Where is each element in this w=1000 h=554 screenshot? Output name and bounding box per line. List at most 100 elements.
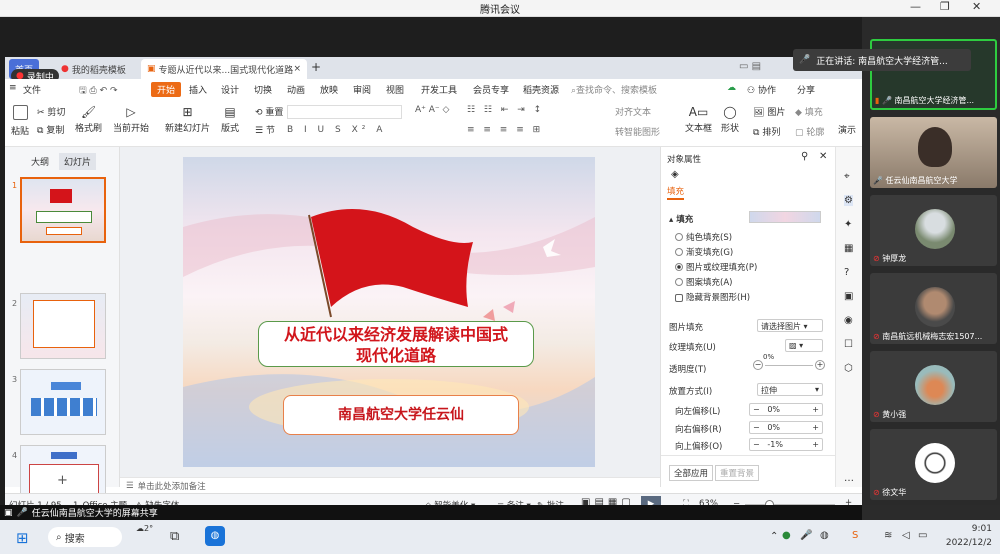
- participant-tile[interactable]: ⊘ 黄小强: [870, 351, 997, 422]
- screen-share-bar[interactable]: ▣ 🎤 任云仙南昌航空大学的屏幕共享: [0, 505, 862, 520]
- weather-widget[interactable]: ☁2°: [136, 524, 153, 533]
- section-button[interactable]: ☰ 节: [255, 123, 275, 136]
- menu-animation[interactable]: 动画: [287, 83, 305, 96]
- share-button[interactable]: 分享: [797, 83, 815, 96]
- volume-icon[interactable]: ◁: [902, 530, 910, 541]
- menu-member[interactable]: 会员专享: [473, 83, 509, 96]
- battery-icon[interactable]: ▭: [918, 530, 927, 541]
- textbox-button[interactable]: A▭ 文本框: [685, 105, 712, 134]
- windows-start-icon[interactable]: ⊞: [16, 529, 29, 547]
- tray-mic-icon[interactable]: 🎤: [800, 530, 812, 541]
- smart-graphic-button[interactable]: 转智能图形: [615, 125, 660, 138]
- fill-preview[interactable]: [749, 211, 821, 223]
- up-offset-input[interactable]: − -1% +: [749, 438, 823, 451]
- tab-fill[interactable]: 填充: [667, 185, 685, 200]
- transparency-slider[interactable]: − 0% +: [753, 353, 825, 373]
- format-painter-button[interactable]: 🖌 格式刷: [75, 105, 102, 134]
- menu-transition[interactable]: 切换: [254, 83, 272, 96]
- menu-slideshow[interactable]: 放映: [320, 83, 338, 96]
- font-size-buttons[interactable]: A⁺ A⁻ ◇: [415, 105, 449, 115]
- cut-button[interactable]: ✂ 剪切: [37, 105, 65, 118]
- wifi-icon[interactable]: ≋: [884, 530, 892, 541]
- outline-button[interactable]: ▢ 轮廓: [795, 125, 824, 138]
- task-view-icon[interactable]: ⧉: [170, 529, 179, 544]
- menu-docer-resources[interactable]: 稻壳资源: [523, 83, 559, 96]
- radio-picture-fill[interactable]: 图片或纹理填充(P): [675, 261, 757, 273]
- participant-tile[interactable]: 🎤 任云仙南昌航空大学: [870, 117, 997, 188]
- quick-access-icons[interactable]: 🖫 ⎙ ↶ ↷: [79, 83, 118, 99]
- taskbar-search[interactable]: ⌕ 搜索: [48, 527, 122, 547]
- slide-subtitle-box[interactable]: 南昌航空大学任云仙: [283, 395, 519, 435]
- reset-button[interactable]: ⟲ 重置: [255, 105, 283, 118]
- slide-thumbnail-2[interactable]: [20, 293, 106, 359]
- pin-tool-icon[interactable]: ✦: [844, 219, 852, 230]
- font-style-buttons[interactable]: B I U S X² A: [287, 125, 386, 135]
- hide-bg-checkbox[interactable]: 隐藏背景图形(H): [675, 291, 750, 303]
- help-icon[interactable]: ?: [844, 267, 849, 278]
- fill-section-header[interactable]: ▴ 填充: [669, 213, 693, 225]
- more-icon[interactable]: …: [844, 473, 854, 484]
- placement-select[interactable]: 拉伸 ▾: [757, 383, 823, 396]
- from-current-button[interactable]: ▷ 当前开始: [113, 105, 149, 134]
- tab-slides[interactable]: 幻灯片: [59, 153, 97, 170]
- radio-gradient-fill[interactable]: 渐变填充(G): [675, 246, 733, 258]
- participant-tile[interactable]: ⊘ 钟厚龙: [870, 195, 997, 266]
- new-tab-icon[interactable]: +: [311, 60, 321, 74]
- texture-select[interactable]: ▨ ▾: [785, 339, 823, 352]
- copy-button[interactable]: ⧉ 复制: [37, 123, 64, 136]
- tab-close-icon[interactable]: ×: [293, 64, 301, 74]
- collab-button[interactable]: ⚇ 协作: [747, 83, 776, 96]
- list-buttons[interactable]: ☷ ☷ ⇤ ⇥ ↕: [467, 105, 544, 115]
- align-text-button[interactable]: 对齐文本: [615, 105, 651, 118]
- close-icon[interactable]: ✕: [972, 0, 981, 13]
- layout-icon[interactable]: ▭ ▤: [739, 61, 761, 72]
- tray-app-icon[interactable]: ●: [782, 530, 791, 541]
- tencent-meeting-icon[interactable]: ◍: [205, 526, 225, 546]
- radio-pattern-fill[interactable]: 图案填充(A): [675, 276, 732, 288]
- command-search[interactable]: ⌕查找命令、搜索模板: [571, 83, 657, 96]
- tray-wps-icon[interactable]: S: [852, 530, 858, 541]
- slideshow-button[interactable]: 演示: [838, 123, 856, 136]
- menu-review[interactable]: 审阅: [353, 83, 371, 96]
- menu-icon[interactable]: ≡: [9, 83, 17, 93]
- right-offset-input[interactable]: − 0% +: [749, 421, 823, 434]
- menu-insert[interactable]: 插入: [189, 83, 207, 96]
- tray-network-icon[interactable]: ◍: [820, 530, 829, 541]
- menu-file[interactable]: 文件: [23, 83, 41, 96]
- slide-thumbnail-3[interactable]: [20, 369, 106, 435]
- restore-icon[interactable]: ❐: [940, 0, 950, 13]
- increase-icon[interactable]: +: [815, 360, 825, 370]
- left-offset-input[interactable]: − 0% +: [749, 403, 823, 416]
- arrange-button[interactable]: ⧉ 排列: [753, 125, 780, 138]
- tab-docer-templates[interactable]: ● 我的稻壳模板: [55, 59, 132, 79]
- clock-time[interactable]: 9:01: [946, 524, 992, 534]
- menu-view[interactable]: 视图: [386, 83, 404, 96]
- fill-button[interactable]: ◆ 填充: [795, 105, 823, 118]
- align-buttons[interactable]: ≡ ≡ ≡ ≡ ⊞: [467, 125, 543, 135]
- reset-background-button[interactable]: 重置背景: [715, 465, 760, 481]
- tab-outline[interactable]: 大纲: [31, 155, 49, 168]
- cloud-sync-icon[interactable]: ☁: [727, 83, 736, 93]
- menu-developer[interactable]: 开发工具: [421, 83, 457, 96]
- shape-button[interactable]: ◯ 形状: [721, 105, 739, 134]
- picture-fill-select[interactable]: 请选择图片 ▾: [757, 319, 823, 332]
- apply-all-button[interactable]: 全部应用: [669, 465, 714, 481]
- add-slide-icon[interactable]: +: [57, 473, 68, 488]
- minimize-icon[interactable]: —: [910, 0, 921, 13]
- props-close-icon[interactable]: ✕: [819, 151, 827, 162]
- tab-current-document[interactable]: ▣ 专题从近代以来...国式现代化道路 ×: [141, 59, 307, 79]
- pointer-icon[interactable]: ⌖: [844, 171, 850, 182]
- image-tool-icon[interactable]: ▣: [844, 291, 853, 302]
- comment-icon[interactable]: ☐: [844, 339, 853, 350]
- menu-home[interactable]: 开始: [151, 82, 182, 97]
- properties-icon[interactable]: ⚙: [844, 195, 853, 206]
- picture-button[interactable]: 🖼 图片: [753, 105, 785, 118]
- slide-title-box[interactable]: 从近代以来经济发展解读中国式 现代化道路: [258, 321, 534, 367]
- paste-button[interactable]: 粘贴: [11, 105, 29, 137]
- clock-date[interactable]: 2022/12/2: [932, 538, 992, 548]
- notes-bar[interactable]: ☰ 单击此处添加备注: [120, 477, 660, 493]
- current-slide[interactable]: 从近代以来经济发展解读中国式 现代化道路 南昌航空大学任云仙: [183, 157, 595, 467]
- font-name-select[interactable]: [287, 105, 402, 119]
- menu-design[interactable]: 设计: [221, 83, 239, 96]
- cube-icon[interactable]: ⬡: [844, 363, 853, 374]
